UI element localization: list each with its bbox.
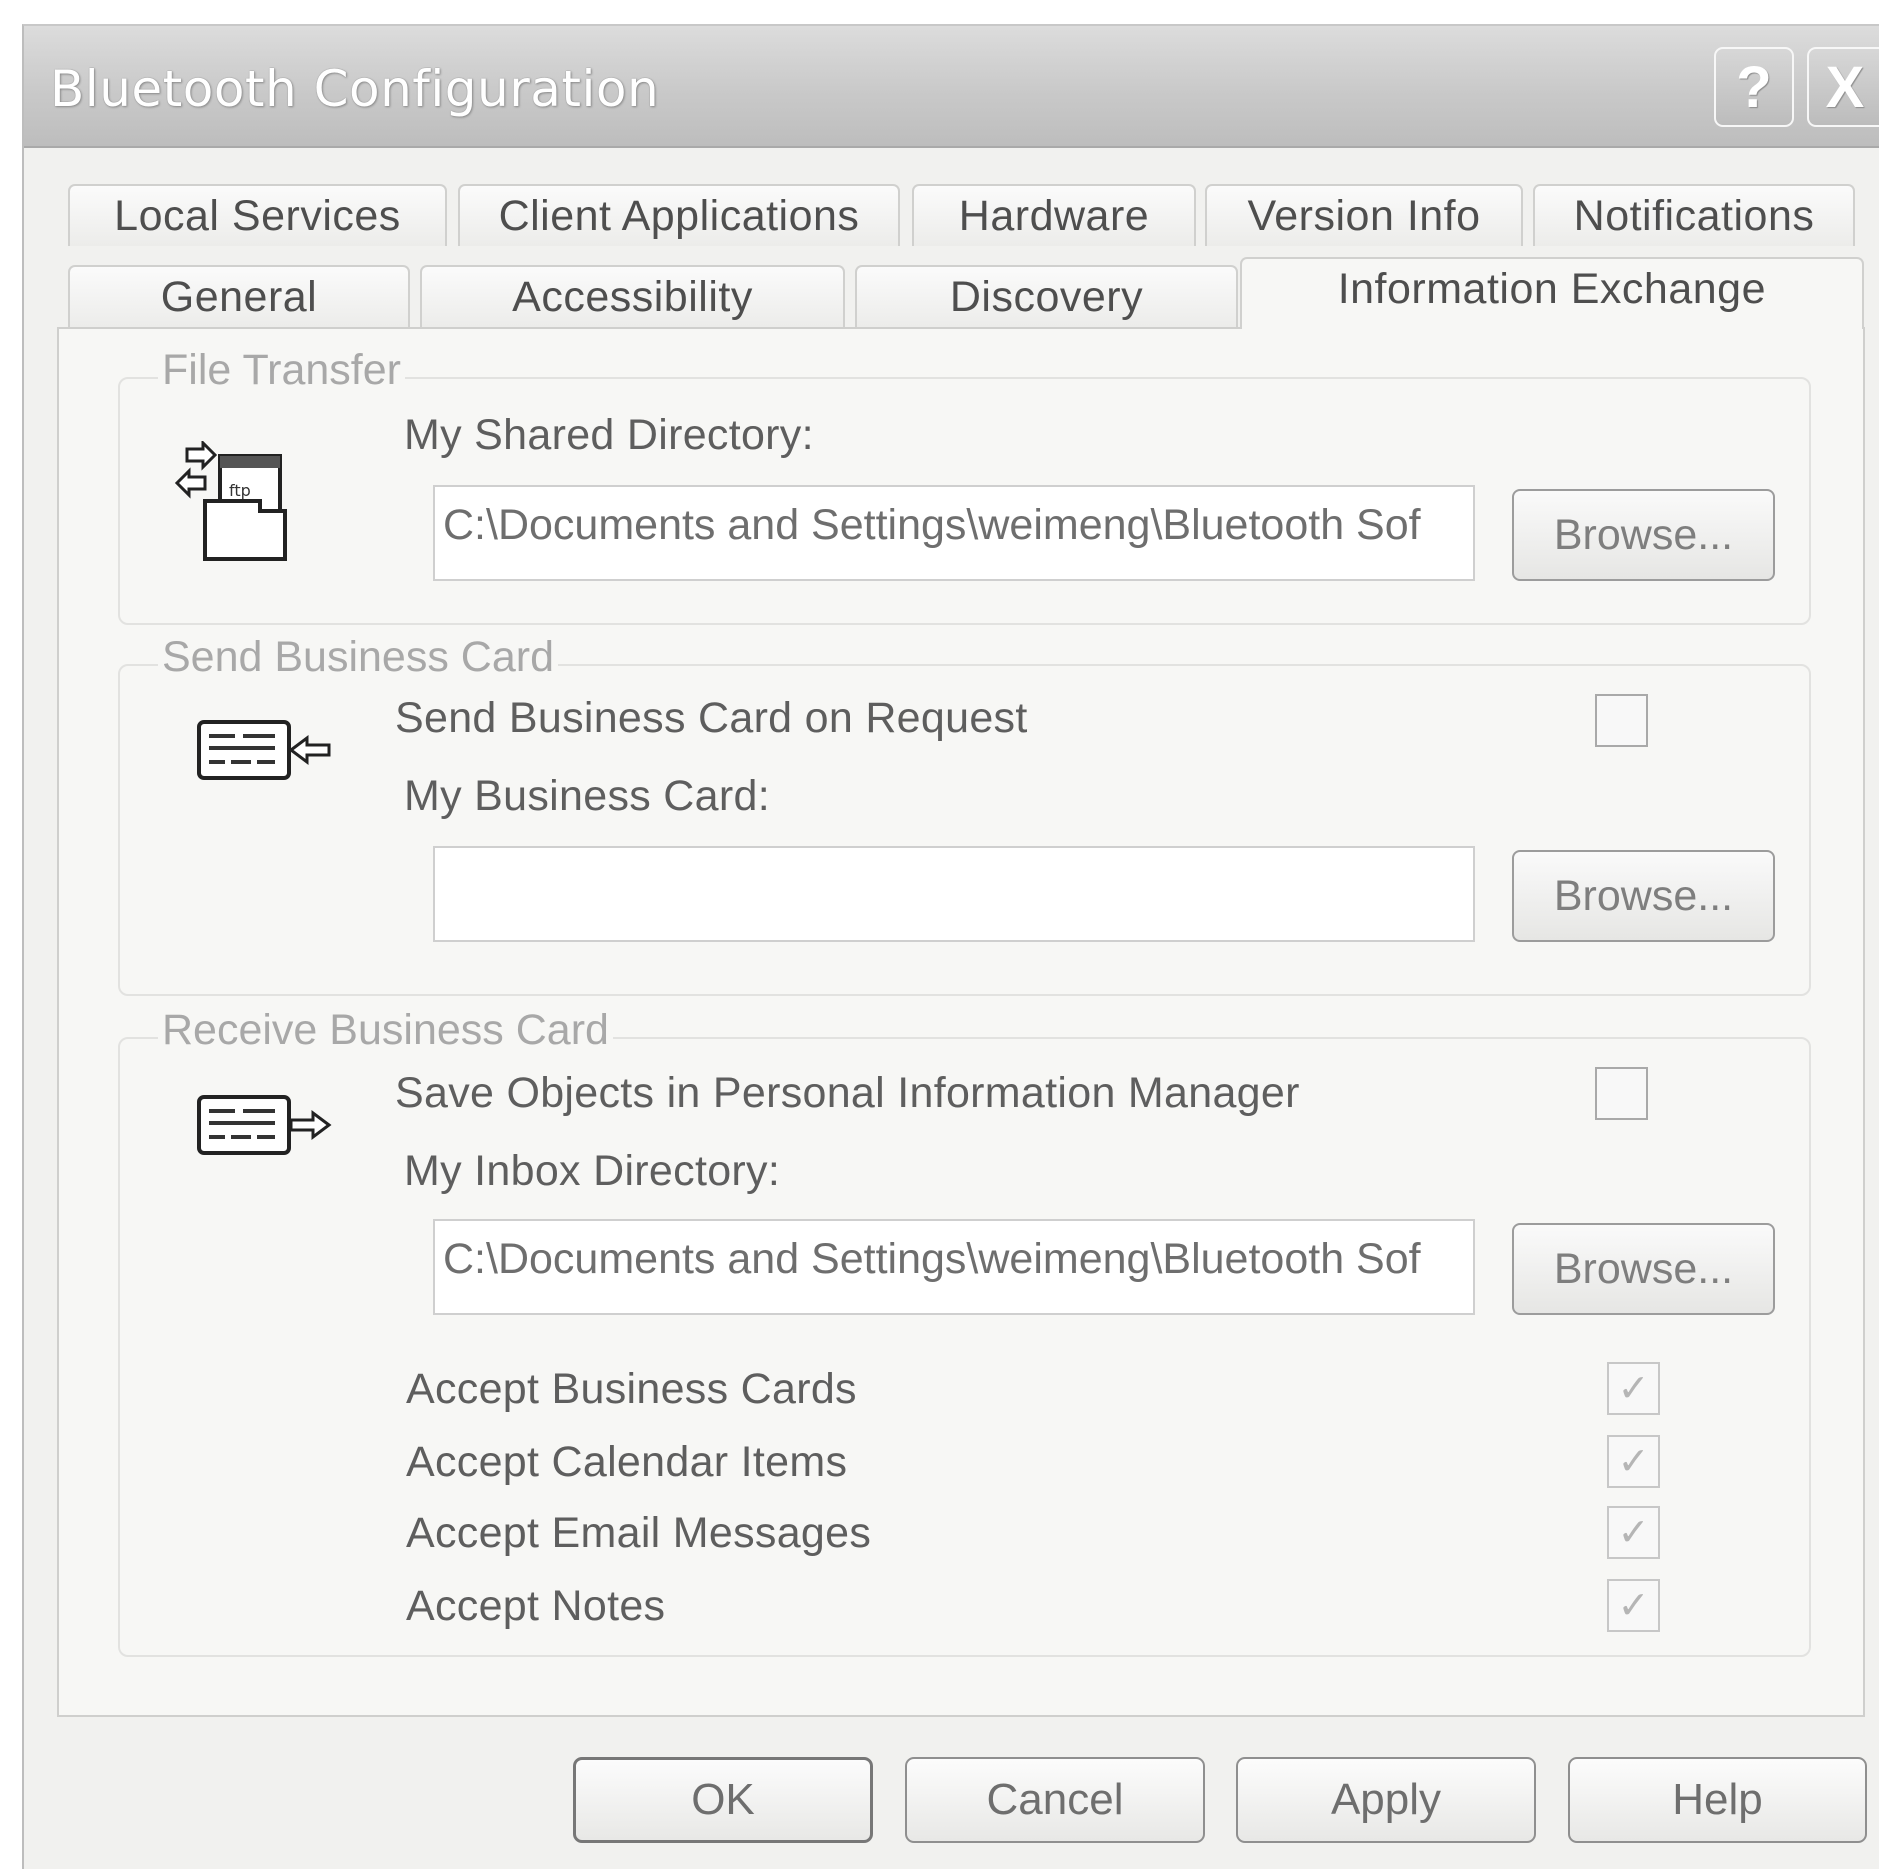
help-button[interactable]: Help xyxy=(1568,1757,1867,1843)
file-transfer-group-label: File Transfer xyxy=(158,346,405,395)
accept-notes-label: Accept Notes xyxy=(406,1582,666,1630)
receive-business-card-group-label: Receive Business Card xyxy=(158,1006,613,1055)
accept-notes-checkbox[interactable]: ✓ xyxy=(1607,1579,1660,1632)
receive-business-card-icon xyxy=(197,1095,332,1155)
close-button[interactable]: X xyxy=(1807,47,1879,127)
close-icon: X xyxy=(1825,54,1865,120)
shared-directory-label: My Shared Directory: xyxy=(404,411,814,459)
window-title: Bluetooth Configuration xyxy=(50,60,660,118)
save-pim-checkbox[interactable] xyxy=(1595,1067,1648,1120)
checkmark-icon: ✓ xyxy=(1617,1368,1650,1410)
accept-email-messages-checkbox[interactable]: ✓ xyxy=(1607,1506,1660,1559)
save-pim-label: Save Objects in Personal Information Man… xyxy=(395,1069,1300,1117)
browse-inbox-directory-button[interactable]: Browse... xyxy=(1512,1223,1775,1315)
send-business-card-group-label: Send Business Card xyxy=(158,633,558,682)
tab-version-info[interactable]: Version Info xyxy=(1205,184,1523,246)
receive-business-card-group: Receive Business Card Save Objects in Pe… xyxy=(118,1006,1811,1657)
accept-business-cards-checkbox[interactable]: ✓ xyxy=(1607,1362,1660,1415)
tab-discovery[interactable]: Discovery xyxy=(855,265,1238,327)
send-business-card-icon xyxy=(197,720,331,780)
tab-general[interactable]: General xyxy=(68,265,410,327)
question-mark-icon: ? xyxy=(1736,54,1772,120)
file-transfer-icon: ftp xyxy=(174,441,287,561)
svg-text:ftp: ftp xyxy=(229,481,251,500)
checkmark-icon: ✓ xyxy=(1617,1512,1650,1554)
shared-directory-input[interactable]: C:\Documents and Settings\weimeng\Blueto… xyxy=(433,485,1475,581)
accept-business-cards-label: Accept Business Cards xyxy=(406,1365,857,1413)
browse-shared-directory-button[interactable]: Browse... xyxy=(1512,489,1775,581)
inbox-directory-input[interactable]: C:\Documents and Settings\weimeng\Blueto… xyxy=(433,1219,1475,1315)
apply-button[interactable]: Apply xyxy=(1236,1757,1536,1843)
tab-notifications[interactable]: Notifications xyxy=(1533,184,1855,246)
send-business-card-group: Send Business Card Send Business Card on… xyxy=(118,633,1811,996)
tab-local-services[interactable]: Local Services xyxy=(68,184,447,246)
cancel-button[interactable]: Cancel xyxy=(905,1757,1205,1843)
checkmark-icon: ✓ xyxy=(1617,1585,1650,1627)
my-business-card-label: My Business Card: xyxy=(404,772,770,820)
accept-email-messages-label: Accept Email Messages xyxy=(406,1509,872,1557)
inbox-directory-label: My Inbox Directory: xyxy=(404,1147,781,1195)
send-on-request-label: Send Business Card on Request xyxy=(395,694,1028,742)
send-on-request-checkbox[interactable] xyxy=(1595,694,1648,747)
tab-hardware[interactable]: Hardware xyxy=(912,184,1196,246)
help-title-button[interactable]: ? xyxy=(1714,47,1794,127)
tab-client-applications[interactable]: Client Applications xyxy=(458,184,900,246)
accept-calendar-items-label: Accept Calendar Items xyxy=(406,1438,848,1486)
browse-business-card-button[interactable]: Browse... xyxy=(1512,850,1775,942)
accept-calendar-items-checkbox[interactable]: ✓ xyxy=(1607,1435,1660,1488)
checkmark-icon: ✓ xyxy=(1617,1441,1650,1483)
tab-information-exchange[interactable]: Information Exchange xyxy=(1240,257,1864,329)
ok-button[interactable]: OK xyxy=(573,1757,873,1843)
my-business-card-input[interactable] xyxy=(433,846,1475,942)
tab-accessibility[interactable]: Accessibility xyxy=(420,265,845,327)
title-bar[interactable]: Bluetooth Configuration ? X xyxy=(24,26,1879,148)
